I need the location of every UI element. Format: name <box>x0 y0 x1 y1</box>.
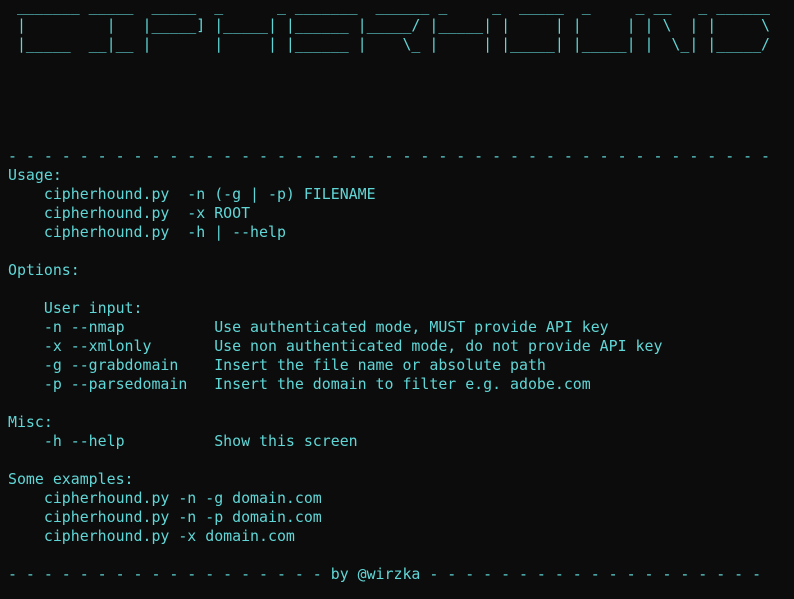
separator-top: - - - - - - - - - - - - - - - - - - - - … <box>8 147 771 165</box>
example-line: cipherhound.py -x domain.com <box>8 527 295 545</box>
option-line: -x --xmlonly Use non authenticated mode,… <box>8 337 663 355</box>
option-line: -n --nmap Use authenticated mode, MUST p… <box>8 318 609 336</box>
option-line: -g --grabdomain Insert the file name or … <box>8 356 546 374</box>
usage-line: cipherhound.py -h | --help <box>8 223 286 241</box>
usage-line: cipherhound.py -x ROOT <box>8 204 251 222</box>
misc-line: -h --help Show this screen <box>8 432 358 450</box>
option-line: -p --parsedomain Insert the domain to fi… <box>8 375 591 393</box>
ascii-banner-line-2: | | |_____] |_____| |______ |_____/ |___… <box>8 16 771 34</box>
separator-bottom: - - - - - - - - - - - - - - - - - - by @… <box>8 565 762 583</box>
options-heading: Options: <box>8 261 80 279</box>
example-line: cipherhound.py -n -p domain.com <box>8 508 322 526</box>
user-input-heading: User input: <box>8 299 143 317</box>
examples-heading: Some examples: <box>8 470 134 488</box>
ascii-banner-line-3: |_____ __|__ | | | |______ | \_ | | |___… <box>8 35 771 53</box>
misc-heading: Misc: <box>8 413 53 431</box>
example-line: cipherhound.py -n -g domain.com <box>8 489 322 507</box>
terminal-window[interactable]: _______ _____ _____ _ _ _______ ______ _… <box>0 0 794 599</box>
usage-heading: Usage: <box>8 166 62 184</box>
usage-line: cipherhound.py -n (-g | -p) FILENAME <box>8 185 376 203</box>
ascii-banner-line-1: _______ _____ _____ _ _ _______ ______ _… <box>8 0 779 15</box>
